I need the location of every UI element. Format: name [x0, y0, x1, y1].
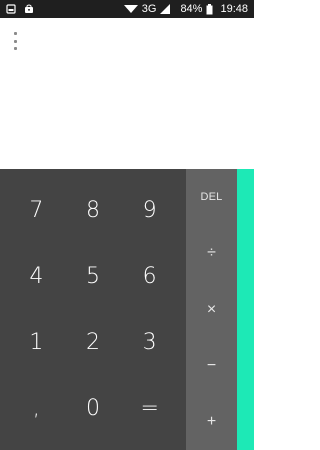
- battery-icon: [206, 3, 213, 15]
- menu-dot: [13, 47, 17, 50]
- key-9[interactable]: 9: [121, 177, 178, 243]
- notification-icon: [6, 4, 16, 14]
- key-2[interactable]: 2: [65, 310, 122, 376]
- status-bar: 3G 84% 19:48: [0, 0, 254, 18]
- bag-icon: [24, 4, 34, 14]
- calculator-screen: 3G 84% 19:48 7 8 9 4 5 6 1 2 3 , 0 = DEL…: [0, 0, 254, 450]
- multiply-button[interactable]: ×: [186, 281, 237, 337]
- plus-button[interactable]: +: [186, 394, 237, 450]
- number-pad: 7 8 9 4 5 6 1 2 3 , 0 =: [0, 169, 186, 450]
- menu-dot: [13, 32, 17, 35]
- keypad: 7 8 9 4 5 6 1 2 3 , 0 = DEL ÷ × − +: [0, 169, 254, 450]
- minus-button[interactable]: −: [186, 338, 237, 394]
- key-4[interactable]: 4: [8, 243, 65, 309]
- clock: 19:48: [220, 3, 248, 15]
- wifi-icon: [123, 4, 138, 14]
- key-8[interactable]: 8: [65, 177, 122, 243]
- key-7[interactable]: 7: [8, 177, 65, 243]
- key-6[interactable]: 6: [121, 243, 178, 309]
- battery-percent: 84%: [180, 3, 203, 15]
- key-1[interactable]: 1: [8, 310, 65, 376]
- calculator-display: [0, 18, 254, 169]
- divide-button[interactable]: ÷: [186, 225, 237, 281]
- key-3[interactable]: 3: [121, 310, 178, 376]
- key-equals[interactable]: =: [121, 376, 178, 442]
- key-decimal[interactable]: ,: [8, 376, 65, 442]
- status-right: 3G 84% 19:48: [123, 0, 248, 18]
- network-type: 3G: [141, 3, 157, 15]
- signal-icon: [160, 4, 171, 14]
- delete-button[interactable]: DEL: [186, 169, 237, 225]
- operator-pad: DEL ÷ × − +: [186, 169, 237, 450]
- key-5[interactable]: 5: [65, 243, 122, 309]
- advanced-panel-handle[interactable]: [237, 169, 254, 450]
- menu-dot: [13, 39, 17, 43]
- overflow-menu-icon[interactable]: [10, 32, 20, 50]
- status-left: [6, 4, 34, 14]
- key-0[interactable]: 0: [65, 376, 122, 442]
